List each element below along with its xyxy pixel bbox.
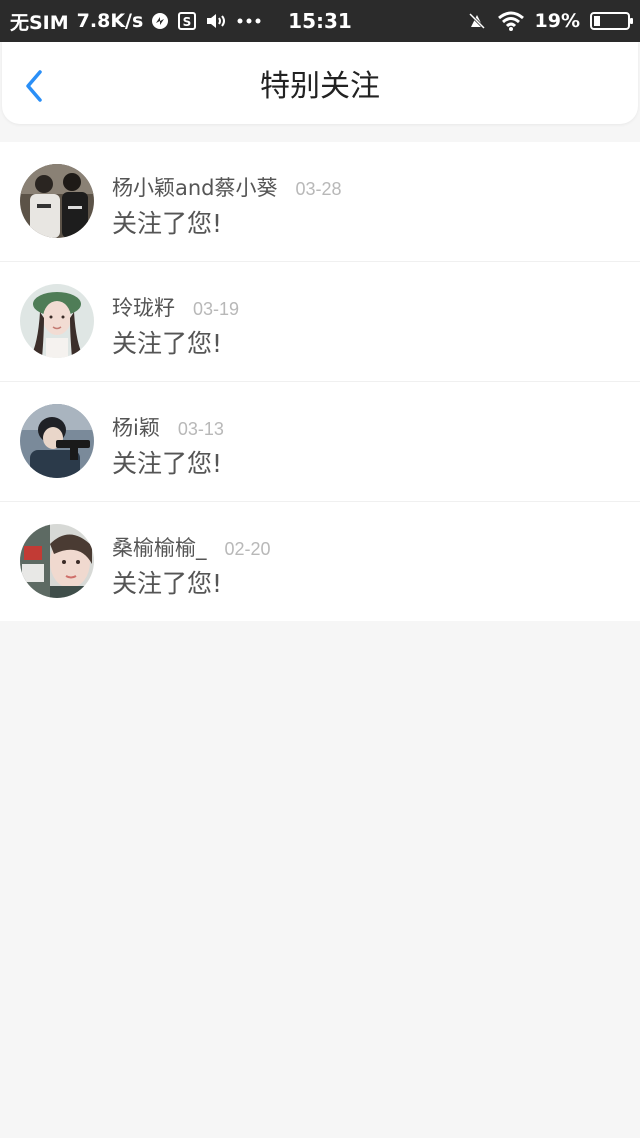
screenshot-icon: S (177, 11, 197, 31)
list-item[interactable]: 桑榆榆榆_ 02-20 关注了您! (0, 502, 640, 621)
notification-date: 03-28 (295, 179, 342, 199)
page-title: 特别关注 (260, 69, 380, 104)
svg-text:S: S (183, 15, 192, 29)
notification-message: 关注了您! (112, 329, 223, 358)
volume-icon (205, 11, 229, 31)
list-item[interactable]: 杨i颖 03-13 关注了您! (0, 382, 640, 502)
more-icon (237, 17, 261, 25)
battery-level-fill (594, 16, 600, 26)
avatar[interactable] (20, 404, 94, 478)
battery-percent: 19% (534, 10, 580, 32)
data-saver-icon (151, 12, 169, 30)
carrier-label: 无SIM (10, 11, 69, 34)
user-name[interactable]: 玲珑籽 (112, 292, 175, 322)
avatar[interactable] (20, 524, 94, 598)
battery-icon (590, 12, 633, 30)
mute-icon (467, 11, 487, 31)
follow-notification-list: 杨小颖and蔡小葵 03-28 关注了您! 玲珑籽 03-19 关注了您! 杨i… (0, 142, 640, 621)
navigation-bar: 特别关注 (2, 42, 638, 124)
chevron-left-icon (26, 70, 42, 102)
network-speed: 7.8K/s (76, 10, 144, 32)
user-name[interactable]: 杨小颖and蔡小葵 (112, 172, 278, 202)
list-item[interactable]: 杨小颖and蔡小葵 03-28 关注了您! (0, 142, 640, 262)
user-name[interactable]: 桑榆榆榆_ (112, 532, 207, 562)
notification-date: 02-20 (224, 539, 271, 559)
notification-message: 关注了您! (112, 209, 223, 238)
clock: 15:31 (288, 9, 352, 33)
back-button[interactable] (20, 68, 50, 104)
notification-message: 关注了您! (112, 569, 223, 598)
list-item[interactable]: 玲珑籽 03-19 关注了您! (0, 262, 640, 382)
avatar[interactable] (20, 164, 94, 238)
notification-message: 关注了您! (112, 449, 223, 478)
user-name[interactable]: 杨i颖 (112, 412, 160, 442)
status-bar: 无SIM 7.8K/s S 15:31 19% (0, 0, 640, 42)
wifi-icon (497, 11, 525, 31)
avatar[interactable] (20, 284, 94, 358)
notification-date: 03-13 (177, 419, 224, 439)
notification-date: 03-19 (193, 299, 240, 319)
